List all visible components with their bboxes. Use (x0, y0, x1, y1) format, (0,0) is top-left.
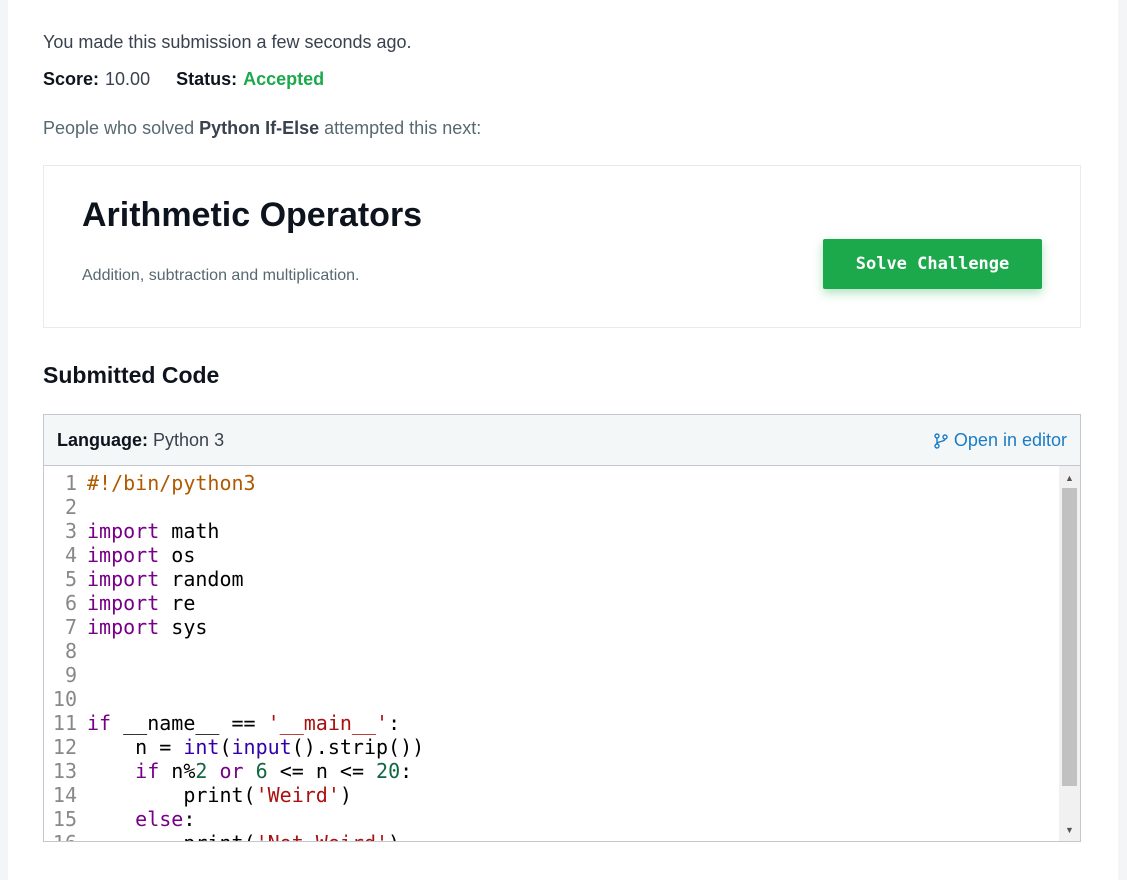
open-in-editor-label: Open in editor (953, 430, 1067, 450)
code-line: 5 import random (44, 567, 1059, 591)
language-value: Python 3 (153, 430, 225, 450)
line-number: 14 (52, 783, 77, 807)
line-number: 4 (64, 543, 77, 567)
code-line: 8 (44, 639, 1059, 663)
score-label: Score: (43, 69, 100, 89)
submitted-code-title: Submitted Code (43, 362, 220, 388)
code-text: if __name__ == '__main__': (87, 711, 401, 735)
next-challenge-text: People who solved Python If-Else attempt… (43, 118, 481, 139)
code-text: n = int(input().strip()) (87, 735, 425, 759)
code-line: 3 import math (44, 519, 1059, 543)
code-text: import os (87, 543, 196, 567)
code-line: 15 else: (44, 807, 1059, 831)
code-lines: 1 #!/bin/python3 2 3 import math 4 import os 5 i… (44, 471, 1059, 841)
scroll-down-arrow-icon[interactable]: ▼ (1059, 821, 1080, 838)
line-number: 6 (64, 591, 77, 615)
submission-time-text: You made this submission a few seconds a… (43, 32, 412, 52)
code-text: import re (87, 591, 196, 615)
line-number: 1 (64, 471, 77, 495)
code-viewer: Language: Python 3 Open in editor 1 #!/bi… (43, 414, 1081, 842)
code-line: 12 n = int(input().strip()) (44, 735, 1059, 759)
code-line: 11 if __name__ == '__main__': (44, 711, 1059, 735)
code-scrollbar[interactable]: ▲ ▼ (1059, 466, 1080, 841)
line-number: 13 (52, 759, 77, 783)
line-number: 3 (64, 519, 77, 543)
solved-challenge-name: Python If-Else (199, 118, 320, 138)
code-text: import random (87, 567, 244, 591)
line-number: 2 (64, 495, 77, 519)
line-number: 15 (52, 807, 77, 831)
challenge-description: Addition, subtraction and multiplication… (82, 267, 360, 284)
line-number: 10 (52, 687, 77, 711)
code-line: 14 print('Weird') (44, 783, 1059, 807)
line-number: 16 (44, 831, 87, 841)
line-number: 9 (64, 663, 77, 687)
language-info: Language: Python 3 (57, 430, 224, 451)
code-text: else: (135, 807, 196, 831)
score-status-row: Score: 10.00 Status: Accepted (43, 69, 324, 90)
line-number: 11 (52, 711, 77, 735)
status-badge: Accepted (243, 69, 325, 89)
code-line: 16 print('Not Weird') (44, 831, 1059, 841)
line-number: 5 (64, 567, 77, 591)
code-line: 9 (44, 663, 1059, 687)
code-text: import math (87, 519, 220, 543)
code-text: #!/bin/python3 (87, 471, 256, 495)
next-prefix: People who solved (43, 118, 200, 138)
code-line: 7 import sys (44, 615, 1059, 639)
code-line: 4 import os (44, 543, 1059, 567)
next-suffix: attempted this next: (319, 118, 482, 138)
code-text: import sys (87, 615, 208, 639)
code-line: 1 #!/bin/python3 (44, 471, 1059, 495)
status-label: Status: (176, 69, 238, 89)
line-number: 12 (52, 735, 77, 759)
code-text: print('Not Weird') (87, 831, 400, 841)
recommended-challenge-card: Arithmetic Operators Addition, subtracti… (43, 165, 1081, 328)
code-line: 13 if n%2 or 6 <= n <= 20: (44, 759, 1059, 783)
language-label: Language: (57, 430, 149, 450)
scrollbar-thumb[interactable] (1062, 488, 1077, 786)
code-line: 10 (44, 687, 1059, 711)
code-body[interactable]: 1 #!/bin/python3 2 3 import math 4 import os 5 i… (44, 466, 1080, 841)
submission-page: You made this submission a few seconds a… (8, 0, 1118, 880)
code-line: 6 import re (44, 591, 1059, 615)
code-line: 2 (44, 495, 1059, 519)
line-number: 7 (64, 615, 77, 639)
branch-icon (934, 432, 948, 449)
code-header: Language: Python 3 Open in editor (44, 415, 1080, 466)
score-value: 10.00 (105, 69, 151, 89)
challenge-title[interactable]: Arithmetic Operators (82, 196, 422, 235)
code-text: if n%2 or 6 <= n <= 20: (135, 759, 413, 783)
solve-challenge-button[interactable]: Solve Challenge (823, 239, 1042, 289)
open-in-editor-link[interactable]: Open in editor (934, 430, 1067, 451)
line-number: 8 (64, 639, 77, 663)
code-text: print('Weird') (87, 783, 352, 807)
scroll-up-arrow-icon[interactable]: ▲ (1059, 469, 1080, 486)
